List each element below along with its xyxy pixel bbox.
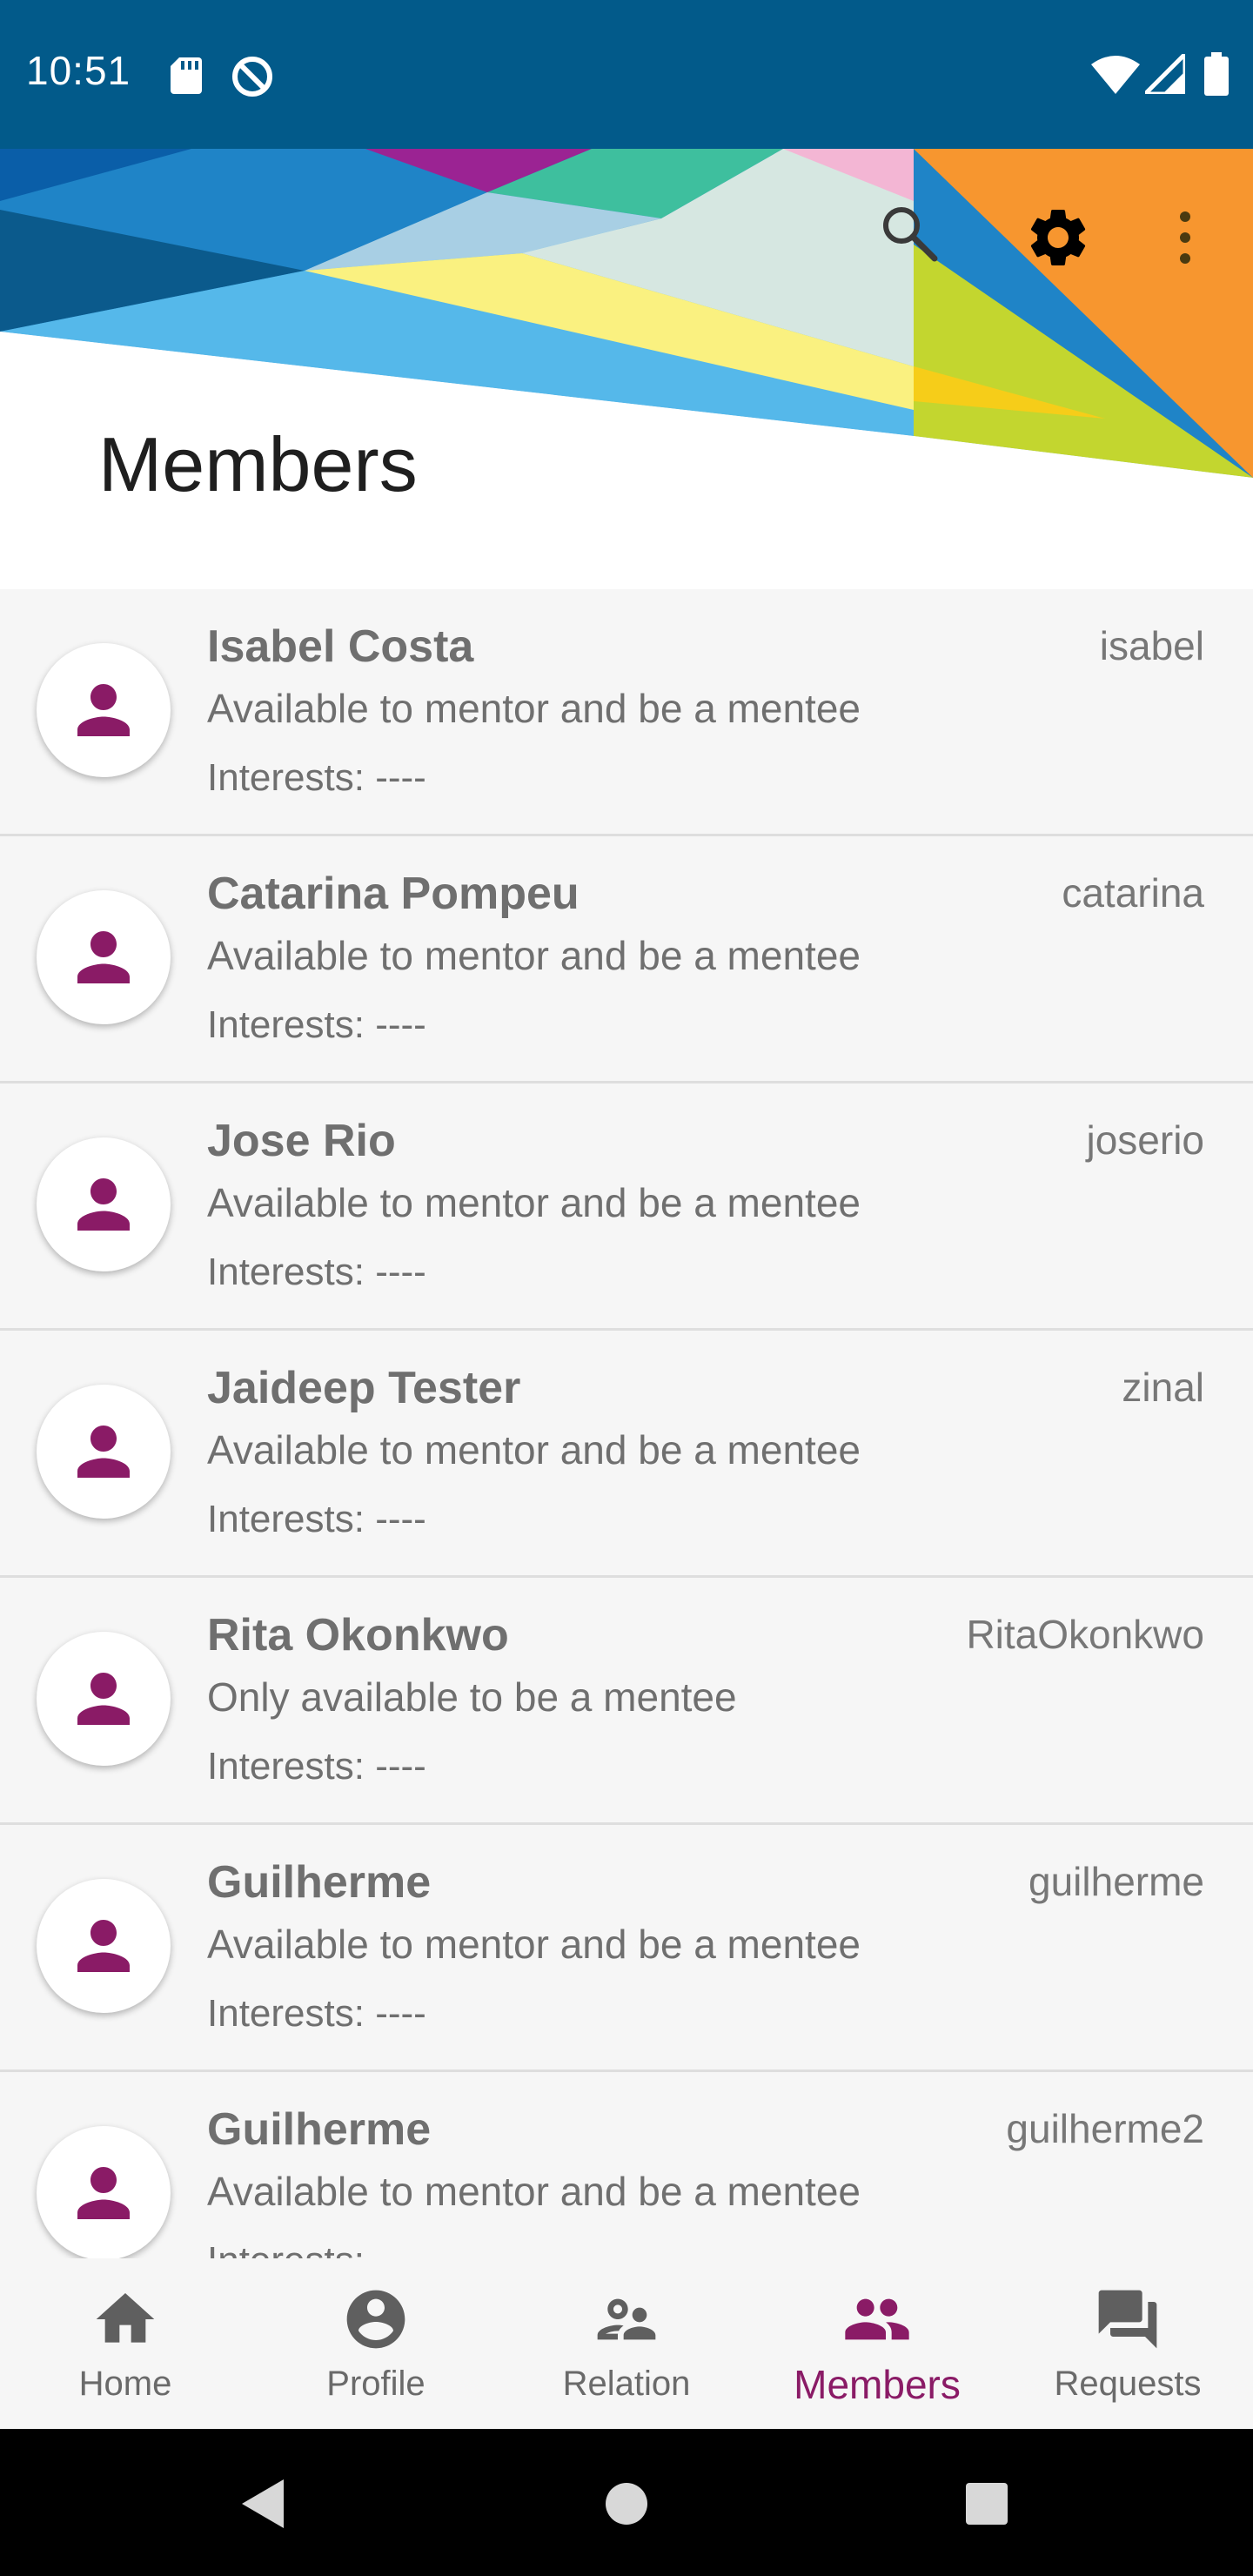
members-list[interactable]: Isabel Costa isabel Available to mentor … — [0, 589, 1253, 2258]
member-username: joserio — [1086, 1117, 1204, 1163]
member-list-item[interactable]: Catarina Pompeu catarina Available to me… — [0, 836, 1253, 1083]
member-name: Guilherme — [207, 1857, 432, 1908]
member-availability: Available to mentor and be a mentee — [207, 1180, 861, 1225]
member-availability: Available to mentor and be a mentee — [207, 1922, 861, 1967]
nav-item-requests[interactable]: Requests — [1002, 2258, 1253, 2429]
member-username: RitaOkonkwo — [966, 1612, 1204, 1657]
member-interests: Interests: ---- — [207, 1498, 426, 1540]
member-availability: Available to mentor and be a mentee — [207, 2169, 861, 2214]
person-icon — [77, 684, 130, 736]
member-availability: Only available to be a mentee — [207, 1674, 737, 1720]
battery-icon — [1204, 52, 1229, 96]
avatar — [37, 890, 171, 1024]
member-list-item[interactable]: Jaideep Tester zinal Available to mentor… — [0, 1331, 1253, 1578]
member-list-item[interactable]: Isabel Costa isabel Available to mentor … — [0, 589, 1253, 836]
avatar — [37, 2126, 171, 2258]
member-username: guilherme2 — [1006, 2106, 1204, 2151]
status-bar: 10:51 — [0, 0, 1253, 149]
member-username: zinal — [1122, 1365, 1204, 1410]
search-icon[interactable] — [879, 203, 940, 264]
recents-square-icon[interactable] — [964, 2481, 1009, 2526]
account-circle-icon — [346, 2290, 405, 2349]
member-name: Jaideep Tester — [207, 1363, 521, 1413]
member-name: Jose Rio — [207, 1116, 396, 1166]
forum-icon — [1098, 2290, 1157, 2349]
nav-item-profile[interactable]: Profile — [251, 2258, 501, 2429]
member-interests: Interests: ---- — [207, 1745, 426, 1788]
member-interests: Interests: ---- — [207, 1251, 426, 1293]
nav-item-members[interactable]: Members — [752, 2258, 1002, 2429]
person-icon — [77, 1178, 130, 1231]
sd-card-icon — [171, 57, 202, 94]
home-icon — [96, 2293, 155, 2343]
cell-signal-icon — [1145, 54, 1185, 94]
people-icon — [845, 2298, 909, 2340]
nav-label: Profile — [326, 2365, 425, 2403]
system-navigation-bar — [0, 2429, 1253, 2576]
member-name: Rita Okonkwo — [207, 1610, 509, 1660]
avatar — [37, 1137, 171, 1271]
member-interests: Interests: ---- — [207, 756, 426, 799]
person-icon — [77, 1673, 130, 1725]
nav-label: Requests — [1054, 2365, 1202, 2403]
member-username: catarina — [1062, 870, 1204, 916]
member-username: guilherme — [1029, 1859, 1204, 1904]
wifi-icon — [1091, 56, 1140, 94]
nav-item-home[interactable]: Home — [0, 2258, 251, 2429]
back-triangle-icon[interactable] — [237, 2476, 289, 2532]
member-list-item[interactable]: Guilherme guilherme2 Available to mentor… — [0, 2072, 1253, 2258]
member-interests: Interests: ---- — [207, 1003, 426, 1046]
person-icon — [77, 1426, 130, 1478]
app-header: Members — [0, 149, 1253, 589]
member-availability: Available to mentor and be a mentee — [207, 1427, 861, 1472]
avatar — [37, 643, 171, 777]
member-list-item[interactable]: Jose Rio joserio Available to mentor and… — [0, 1083, 1253, 1331]
nav-label: Relation — [562, 2365, 691, 2403]
member-interests: Interests: ---- — [207, 1992, 426, 2035]
member-name: Isabel Costa — [207, 621, 474, 672]
avatar — [37, 1632, 171, 1766]
avatar — [37, 1385, 171, 1519]
nav-label: Home — [78, 2365, 172, 2403]
settings-gear-icon[interactable] — [1023, 203, 1093, 272]
bottom-navigation: Home Profile Relation Members Requests — [0, 2258, 1253, 2429]
member-availability: Available to mentor and be a mentee — [207, 933, 861, 978]
overflow-menu-icon[interactable] — [1168, 203, 1203, 272]
status-time: 10:51 — [26, 48, 131, 93]
relation-icon — [597, 2298, 656, 2340]
member-name: Guilherme — [207, 2104, 432, 2155]
member-interests: Interests: ---- — [207, 2239, 426, 2258]
page-title: Members — [98, 421, 418, 507]
member-name: Catarina Pompeu — [207, 869, 580, 919]
member-availability: Available to mentor and be a mentee — [207, 686, 861, 731]
person-icon — [77, 931, 130, 983]
nav-label: Members — [794, 2362, 961, 2407]
person-icon — [77, 1920, 130, 1972]
member-list-item[interactable]: Guilherme guilherme Available to mentor … — [0, 1825, 1253, 2072]
nav-item-relation[interactable]: Relation — [501, 2258, 752, 2429]
person-icon — [77, 2167, 130, 2219]
data-saver-icon — [232, 57, 272, 97]
member-list-item[interactable]: Rita Okonkwo RitaOkonkwo Only available … — [0, 1578, 1253, 1825]
avatar — [37, 1879, 171, 2013]
home-circle-icon[interactable] — [604, 2481, 649, 2526]
member-username: isabel — [1099, 623, 1204, 668]
